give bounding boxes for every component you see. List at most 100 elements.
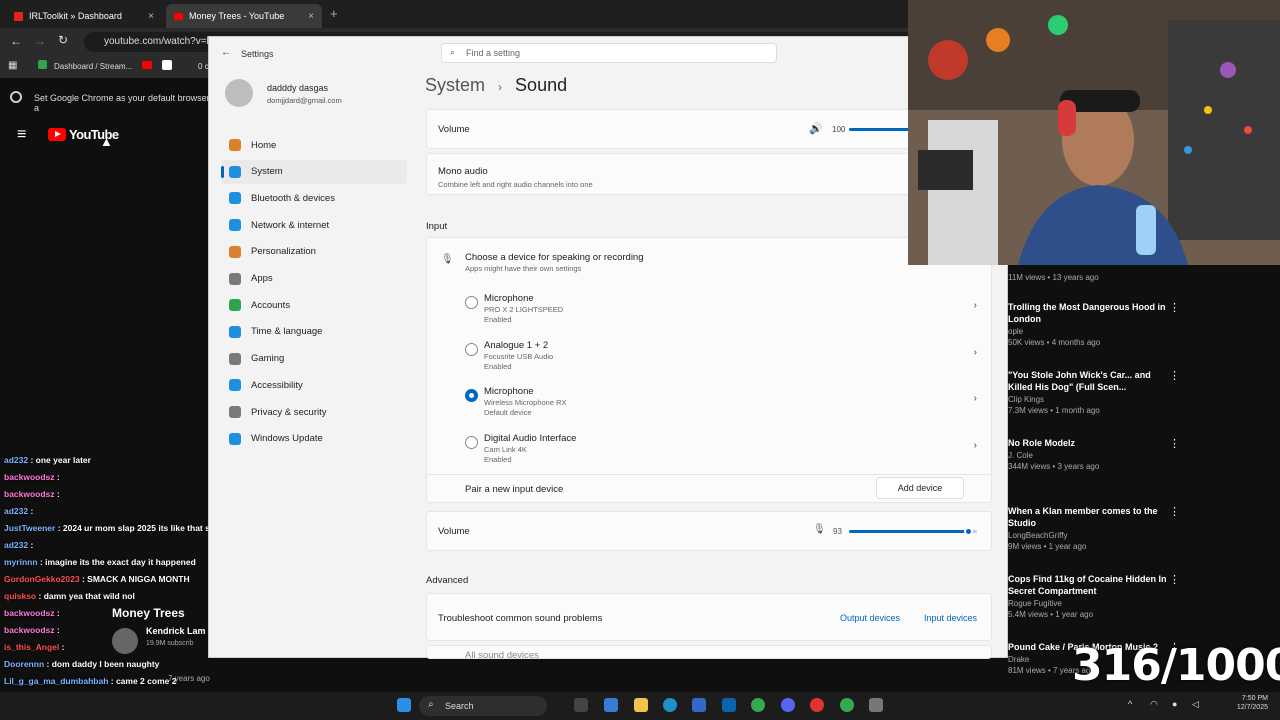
sidebar-item-network-internet[interactable]: Network & internet	[221, 213, 407, 237]
settings-icon[interactable]	[869, 698, 883, 712]
video-channel[interactable]: ople	[1008, 327, 1168, 336]
recommended-video[interactable]: 11M views • 13 years ago	[1008, 271, 1168, 282]
input-device-row[interactable]: Microphone PRO X 2 LIGHTSPEED Enabled ›	[427, 286, 991, 332]
youtube-icon[interactable]	[142, 61, 152, 69]
video-title[interactable]: No Role Modelz	[1008, 437, 1168, 449]
microphone-icon[interactable]: ●	[1172, 699, 1177, 709]
back-icon[interactable]: ←	[221, 47, 231, 58]
wifi-icon[interactable]: ◠	[1150, 699, 1158, 710]
user-profile[interactable]: dadddy dasgas domjjdard@gmail.com	[225, 77, 405, 117]
tab-youtube[interactable]: Money Trees - YouTube ×	[166, 4, 322, 28]
taskbar-search[interactable]: ⌕ Search	[419, 696, 547, 716]
file-explorer-icon[interactable]	[634, 698, 648, 712]
forward-icon[interactable]: →	[34, 34, 46, 48]
video-channel[interactable]: Clip Kings	[1008, 395, 1168, 404]
chrome-icon[interactable]	[751, 698, 765, 712]
sidebar-item-accounts[interactable]: Accounts	[221, 293, 407, 317]
channel-name[interactable]: Kendrick Lam	[146, 626, 206, 636]
video-channel[interactable]: J. Cole	[1008, 451, 1168, 460]
chevron-up-icon[interactable]: ^	[1128, 699, 1132, 709]
widgets-icon[interactable]	[604, 698, 618, 712]
chat-username[interactable]: ad232	[4, 540, 28, 550]
sidebar-item-system[interactable]: System	[221, 159, 407, 184]
speaker-icon[interactable]: 🔊	[809, 122, 823, 135]
sidebar-item-apps[interactable]: Apps	[221, 267, 407, 291]
slider-thumb[interactable]	[964, 527, 974, 536]
taskbar-clock[interactable]: 7:50 PM 12/7/2025	[1224, 695, 1268, 711]
breadcrumb-parent[interactable]: System	[425, 75, 485, 95]
all-sound-devices-row[interactable]: All sound devices	[426, 645, 992, 659]
more-options-icon[interactable]: ⋮	[1169, 301, 1180, 314]
chat-username[interactable]: Doorennn	[4, 659, 44, 669]
chat-username[interactable]: ad232	[4, 506, 28, 516]
amazon-icon[interactable]	[162, 60, 172, 70]
chrome-icon[interactable]	[840, 698, 854, 712]
more-options-icon[interactable]: ⋮	[1169, 573, 1180, 586]
discord-icon[interactable]	[781, 698, 795, 712]
chevron-right-icon[interactable]: ›	[974, 300, 977, 311]
output-devices-link[interactable]: Output devices	[840, 613, 900, 623]
back-icon[interactable]: ←	[10, 34, 22, 48]
task-view-icon[interactable]	[574, 698, 588, 712]
tab-irltoolkit[interactable]: IRLToolkit » Dashboard ×	[6, 4, 162, 28]
chat-username[interactable]: backwoodsz	[4, 489, 55, 499]
recommended-video[interactable]: "You Stole John Wick's Car... and Killed…	[1008, 369, 1180, 415]
chat-username[interactable]: JustTweener	[4, 523, 55, 533]
video-title[interactable]: "You Stole John Wick's Car... and Killed…	[1008, 369, 1168, 393]
input-device-row[interactable]: Analogue 1 + 2 Focusrite USB Audio Enabl…	[427, 333, 991, 379]
new-tab-button[interactable]: +	[330, 6, 338, 21]
recommended-video[interactable]: No Role Modelz J. Cole 344M views • 3 ye…	[1008, 437, 1180, 471]
hamburger-icon[interactable]: ≡	[17, 126, 26, 144]
video-channel[interactable]: LongBeachGriffy	[1008, 531, 1168, 540]
sidebar-item-bluetooth-devices[interactable]: Bluetooth & devices	[221, 186, 407, 210]
add-device-button[interactable]: Add device	[876, 477, 964, 499]
chat-username[interactable]: Lil_g_ga_ma_dumbahbah	[4, 676, 108, 686]
recommended-video[interactable]: Cops Find 11kg of Cocaine Hidden In Secr…	[1008, 573, 1180, 619]
edge-icon[interactable]	[663, 698, 677, 712]
chat-username[interactable]: myrinnn	[4, 557, 38, 567]
microphone-icon[interactable]: 🎙	[813, 524, 826, 535]
radio-button[interactable]	[465, 436, 478, 450]
obs-icon[interactable]	[810, 698, 824, 712]
chat-username[interactable]: backwoodsz	[4, 625, 55, 635]
chat-username[interactable]: backwoodsz	[4, 472, 55, 482]
close-icon[interactable]: ×	[148, 11, 154, 22]
sidebar-item-windows-update[interactable]: Windows Update	[221, 427, 407, 451]
settings-search-input[interactable]: ⌕ Find a setting	[441, 43, 777, 63]
radio-button[interactable]	[465, 342, 478, 356]
speaker-icon[interactable]: ◁	[1192, 699, 1199, 710]
video-channel[interactable]: Rogue Fugitive	[1008, 599, 1168, 608]
sidebar-item-time-language[interactable]: Time & language	[221, 320, 407, 344]
video-title[interactable]: Trolling the Most Dangerous Hood in Lond…	[1008, 301, 1168, 325]
channel-avatar[interactable]	[112, 628, 138, 654]
chevron-right-icon[interactable]: ›	[974, 347, 977, 358]
chevron-right-icon[interactable]: ›	[974, 440, 977, 451]
more-options-icon[interactable]: ⋮	[1169, 369, 1180, 382]
input-volume-slider[interactable]	[849, 527, 977, 536]
store-icon[interactable]	[692, 698, 706, 712]
chat-username[interactable]: GordonGekko2023	[4, 574, 80, 584]
sidebar-item-privacy-security[interactable]: Privacy & security	[221, 400, 407, 424]
recommended-video[interactable]: When a Klan member comes to the Studio L…	[1008, 505, 1180, 551]
input-devices-link[interactable]: Input devices	[924, 613, 977, 623]
video-title[interactable]: When a Klan member comes to the Studio	[1008, 505, 1168, 529]
start-icon[interactable]	[397, 698, 411, 712]
chat-username[interactable]: backwoodsz	[4, 608, 55, 618]
chat-username[interactable]: is_this_Angel	[4, 642, 59, 652]
chat-username[interactable]: ad232	[4, 455, 28, 465]
radio-button[interactable]	[465, 389, 478, 403]
reload-icon[interactable]: ↻	[58, 33, 68, 47]
bookmark-dashboard[interactable]: Dashboard / Stream...	[54, 62, 132, 71]
more-options-icon[interactable]: ⋮	[1169, 505, 1180, 518]
sidebar-item-home[interactable]: Home	[221, 133, 407, 157]
sidebar-item-accessibility[interactable]: Accessibility	[221, 373, 407, 397]
chat-username[interactable]: quiskso	[4, 591, 36, 601]
apps-grid-icon[interactable]: ▦	[8, 60, 17, 71]
more-options-icon[interactable]: ⋮	[1169, 437, 1180, 450]
recommended-video[interactable]: Trolling the Most Dangerous Hood in Lond…	[1008, 301, 1180, 347]
sidebar-item-gaming[interactable]: Gaming	[221, 347, 407, 371]
input-device-row[interactable]: Digital Audio Interface Cam Link 4K Enab…	[427, 426, 991, 472]
input-device-row[interactable]: Microphone Wireless Microphone RX Defaul…	[427, 379, 991, 425]
sidebar-item-personalization[interactable]: Personalization	[221, 240, 407, 264]
outlook-icon[interactable]	[722, 698, 736, 712]
